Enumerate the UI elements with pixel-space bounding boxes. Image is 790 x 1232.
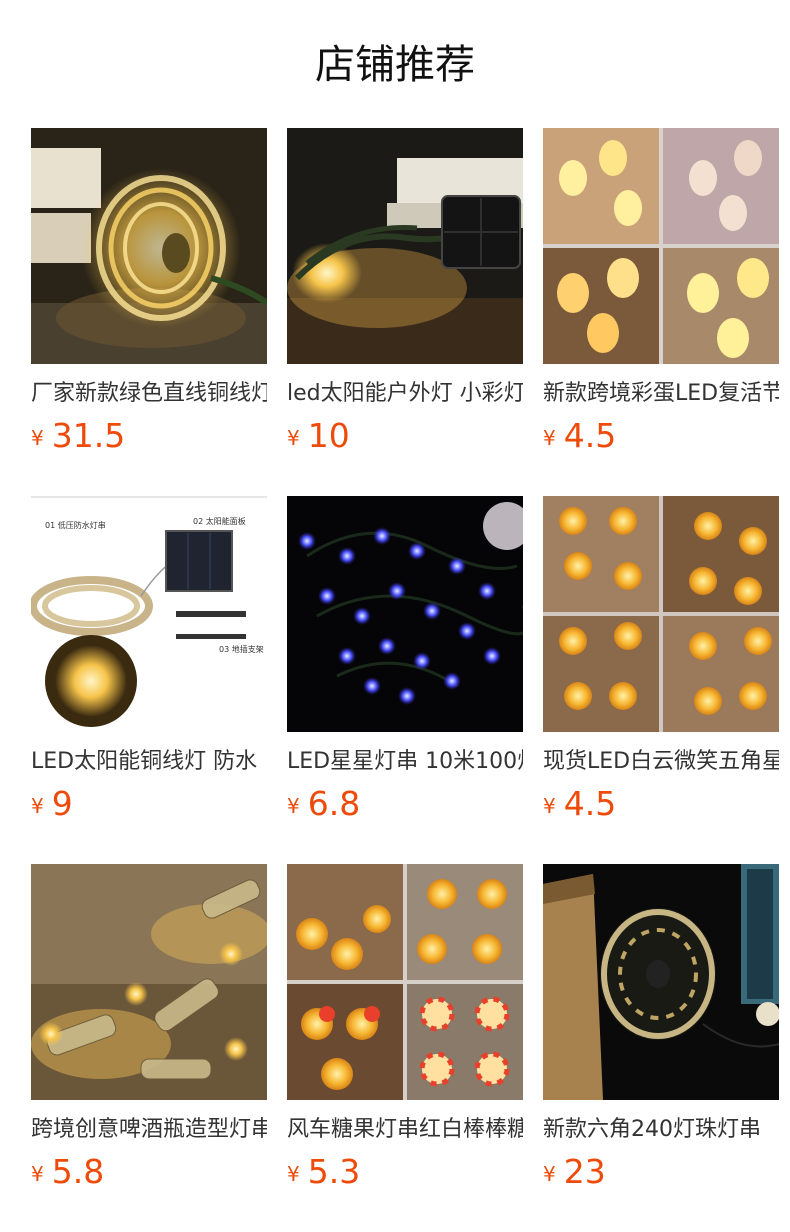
callout-label: 01 低压防水灯串 [45,521,106,530]
product-name[interactable]: 厂家新款绿色直线铜线灯 [31,378,267,410]
currency-symbol: ¥ [31,794,44,818]
product-price: ¥5.3 [287,1152,360,1196]
product-image[interactable] [543,496,779,732]
product-price: ¥31.5 [31,416,125,460]
section-title: 店铺推荐 [315,42,475,88]
hexagon-reel-240-lights-image [543,864,779,1100]
product-card[interactable]: 01 低压防水灯串 02 太阳能面板 03 地插支架 LED太阳能铜线灯 防水 … [31,496,267,864]
product-price: ¥4.5 [543,416,616,460]
product-image[interactable] [543,864,779,1100]
product-name[interactable]: LED星星灯串 10米100灯 [287,746,523,778]
product-image[interactable] [287,864,523,1100]
product-name[interactable]: 新款六角240灯珠灯串 [543,1114,779,1146]
product-name[interactable]: 风车糖果灯串红白棒棒糖 [287,1114,523,1146]
product-card[interactable]: 现货LED白云微笑五角星 ¥4.5 [543,496,779,864]
callout-label: 03 地插支架 [219,645,264,654]
currency-symbol: ¥ [287,426,300,450]
product-name[interactable]: LED太阳能铜线灯 防水 [31,746,267,778]
product-card[interactable]: led太阳能户外灯 小彩灯 ¥10 [287,128,523,496]
product-image[interactable] [287,128,523,364]
solar-copper-wire-light-image [31,496,267,732]
product-card[interactable]: 新款六角240灯珠灯串 ¥23 [543,864,779,1232]
easter-egg-lights-image [543,128,779,364]
copper-wire-reel-light-image [31,128,267,364]
product-grid: 厂家新款绿色直线铜线灯 ¥31.5 led太阳能户外灯 小彩灯 ¥10 新款跨境… [31,128,779,1232]
product-card[interactable]: 新款跨境彩蛋LED复活节 ¥4.5 [543,128,779,496]
price-value: 6.8 [307,784,361,823]
product-name[interactable]: led太阳能户外灯 小彩灯 [287,378,523,410]
product-card[interactable]: LED星星灯串 10米100灯 ¥6.8 [287,496,523,864]
price-value: 5.8 [51,1152,105,1191]
product-price: ¥6.8 [287,784,360,828]
currency-symbol: ¥ [31,426,44,450]
currency-symbol: ¥ [543,794,556,818]
currency-symbol: ¥ [287,1162,300,1186]
price-value: 4.5 [563,784,617,823]
price-value: 4.5 [563,416,617,455]
beer-bottle-string-light-image [31,864,267,1100]
product-image[interactable] [543,128,779,364]
price-value: 9 [51,784,73,823]
product-image[interactable] [31,864,267,1100]
price-value: 5.3 [307,1152,361,1191]
solar-string-light-image [287,128,523,364]
product-name[interactable]: 跨境创意啤酒瓶造型灯串 [31,1114,267,1146]
product-price: ¥5.8 [31,1152,104,1196]
product-price: ¥4.5 [543,784,616,828]
product-image[interactable] [31,128,267,364]
product-card[interactable]: 厂家新款绿色直线铜线灯 ¥31.5 [31,128,267,496]
currency-symbol: ¥ [31,1162,44,1186]
callout-label: 02 太阳能面板 [193,517,246,526]
price-value: 23 [563,1152,606,1191]
product-price: ¥23 [543,1152,606,1196]
candy-santa-string-lights-image [287,864,523,1100]
price-value: 10 [307,416,350,455]
product-name[interactable]: 现货LED白云微笑五角星 [543,746,779,778]
product-price: ¥10 [287,416,350,460]
price-value: 31.5 [51,416,126,455]
currency-symbol: ¥ [543,426,556,450]
product-image[interactable]: 01 低压防水灯串 02 太阳能面板 03 地插支架 [31,496,267,732]
product-name[interactable]: 新款跨境彩蛋LED复活节 [543,378,779,410]
product-image[interactable] [287,496,523,732]
currency-symbol: ¥ [543,1162,556,1186]
product-card[interactable]: 风车糖果灯串红白棒棒糖 ¥5.3 [287,864,523,1232]
product-card[interactable]: 跨境创意啤酒瓶造型灯串 ¥5.8 [31,864,267,1232]
cloud-star-smile-lights-image [543,496,779,732]
currency-symbol: ¥ [287,794,300,818]
blue-star-string-light-image [287,496,523,732]
product-price: ¥9 [31,784,73,828]
